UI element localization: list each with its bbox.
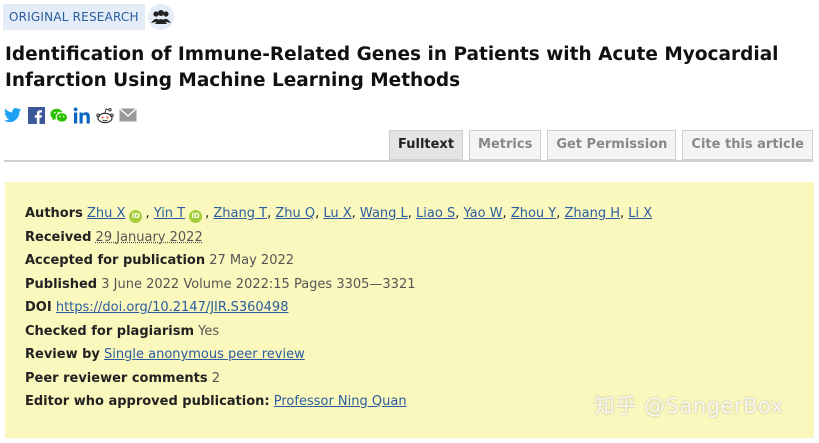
accepted-date: 27 May 2022 — [209, 253, 295, 268]
tabs-divider — [4, 160, 813, 162]
published-row: Published 3 June 2022 Volume 2022:15 Pag… — [25, 273, 814, 297]
doi-row: DOI https://doi.org/10.2147/JIR.S360498 — [25, 296, 814, 320]
tab-fulltext[interactable]: Fulltext — [389, 130, 464, 160]
editor-label: Editor who approved publication: — [25, 394, 270, 409]
orcid-icon[interactable]: iD — [189, 210, 203, 223]
received-date: 29 January 2022 — [95, 229, 203, 245]
article-title: Identification of Immune-Related Genes i… — [5, 44, 779, 91]
review-type-link[interactable]: Single anonymous peer review — [104, 347, 305, 362]
authors-label: Authors — [25, 206, 83, 221]
author-link[interactable]: Zhang T — [213, 206, 267, 221]
accepted-label: Accepted for publication — [25, 253, 206, 268]
authors-row: Authors Zhu XiD, Yin TiD, Zhang T, Zhu Q… — [25, 206, 653, 223]
comments-count: 2 — [211, 370, 221, 386]
watermark: 知乎 @SangerBox — [594, 394, 784, 418]
comments-label: Peer reviewer comments — [25, 370, 208, 386]
author-link[interactable]: Zhu Q — [275, 206, 315, 221]
share-bar — [4, 106, 137, 124]
article-type-row: ORIGINAL RESEARCH — [3, 4, 174, 30]
tab-cite-this-article[interactable]: Cite this article — [682, 130, 813, 160]
accepted-row: Accepted for publication 27 May 2022 — [25, 249, 814, 273]
wechat-icon[interactable] — [50, 106, 68, 124]
received-row: Received 29 January 2022 — [25, 226, 814, 250]
author-link[interactable]: Zhang H — [565, 206, 621, 221]
tab-get-permission[interactable]: Get Permission — [547, 130, 677, 160]
review-label: Review by — [25, 347, 100, 362]
author-link[interactable]: Liao S — [416, 206, 455, 221]
twitter-icon[interactable] — [4, 106, 22, 124]
reddit-icon[interactable] — [96, 106, 114, 124]
author-link[interactable]: Zhou Y — [511, 206, 556, 221]
doi-label: DOI — [25, 300, 52, 315]
editor-link[interactable]: Professor Ning Quan — [274, 394, 407, 409]
author-link[interactable]: Zhu X — [87, 206, 125, 221]
plagiarism-row: Checked for plagiarism Yes — [25, 320, 814, 344]
tab-metrics[interactable]: Metrics — [469, 130, 542, 160]
email-icon[interactable] — [119, 106, 137, 124]
comments-row: Peer reviewer comments 2 — [25, 367, 814, 391]
published-info: 3 June 2022 Volume 2022:15 Pages 3305—33… — [101, 276, 416, 292]
published-label: Published — [25, 276, 98, 292]
author-link[interactable]: Yao W — [463, 206, 502, 221]
article-type-tag[interactable]: ORIGINAL RESEARCH — [3, 4, 145, 30]
plagiarism-value: Yes — [198, 323, 220, 339]
orcid-icon[interactable]: iD — [129, 210, 143, 223]
author-link[interactable]: Wang L — [360, 206, 408, 221]
article-tabs: Fulltext Metrics Get Permission Cite thi… — [389, 130, 813, 160]
doi-link[interactable]: https://doi.org/10.2147/JIR.S360498 — [56, 300, 289, 315]
review-row: Review by Single anonymous peer review — [25, 343, 814, 367]
received-label: Received — [25, 229, 92, 245]
author-link[interactable]: Yin T — [154, 206, 185, 221]
facebook-icon[interactable] — [27, 106, 45, 124]
author-link[interactable]: Li X — [628, 206, 652, 221]
linkedin-icon[interactable] — [73, 106, 91, 124]
author-link[interactable]: Lu X — [323, 206, 351, 221]
plagiarism-label: Checked for plagiarism — [25, 323, 195, 339]
group-icon — [147, 4, 174, 30]
